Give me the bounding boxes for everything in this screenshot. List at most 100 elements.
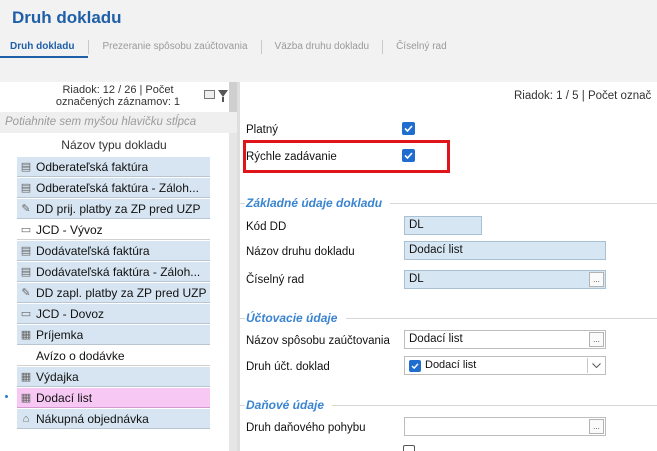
- table-cell[interactable]: ▭ JCD - Vývoz: [17, 219, 210, 240]
- nazov-sposobu-browse-button[interactable]: ...: [589, 332, 604, 347]
- table-row[interactable]: ▭ JCD - Dovoz: [0, 303, 237, 324]
- vertical-scrollbar[interactable]: [229, 133, 237, 451]
- receipt-icon: ▦: [20, 371, 32, 383]
- invoice-icon: ▤: [20, 266, 32, 278]
- druh-uct-checkbox[interactable]: [409, 360, 421, 372]
- tab-bar: Druh dokladu Prezeranie spôsobu zaúčtova…: [0, 37, 460, 58]
- table-cell[interactable]: ▤ Odberateľská faktúra - Záloh...: [17, 177, 210, 198]
- blank-icon: [17, 346, 35, 365]
- section-accounting-title: Účtovacie údaje: [246, 311, 338, 325]
- table-row[interactable]: ✎ DD zapl. platby za ZP pred UZP: [0, 282, 237, 303]
- section-divider: [240, 203, 245, 204]
- druh-danoveho-input[interactable]: ...: [404, 417, 606, 436]
- table-cell[interactable]: ▦ Príjemka: [17, 324, 210, 345]
- nazov-sposobu-input[interactable]: Dodací list ...: [404, 330, 606, 349]
- receipt-icon: ▦: [20, 329, 32, 341]
- left-status-line1: Riadok: 12 / 26 | Počet: [62, 84, 174, 96]
- section-divider: [346, 318, 657, 319]
- filter-icon[interactable]: [218, 90, 228, 102]
- table-row[interactable]: ▤ Dodávateľská faktúra: [0, 240, 237, 261]
- detail-panel: Riadok: 1 / 5 | Počet označ Platný Rýchl…: [240, 82, 657, 451]
- check-icon: [404, 125, 413, 132]
- platny-checkbox[interactable]: [402, 122, 415, 135]
- row-label: DD zapl. platby za ZP pred UZP: [36, 285, 207, 300]
- nazov-sposobu-label: Názov spôsobu zaúčtovania: [246, 335, 390, 347]
- table-cell[interactable]: Avízo o dodávke: [17, 345, 210, 366]
- nazov-druhu-input[interactable]: Dodací list: [404, 241, 606, 260]
- druh-uct-dropdown[interactable]: Dodací list: [404, 356, 606, 375]
- platny-label: Platný: [246, 124, 278, 136]
- row-label: Výdajka: [36, 369, 79, 384]
- druh-danoveho-label: Druh daňového pohybu: [246, 422, 366, 434]
- ciselny-rad-browse-button[interactable]: ...: [589, 272, 604, 287]
- page-title: Druh dokladu: [12, 8, 122, 27]
- section-divider: [390, 203, 657, 204]
- grid-header-tools: [204, 90, 228, 102]
- table-row[interactable]: ▤ Dodávateľská faktúra - Záloh...: [0, 261, 237, 282]
- table-cell[interactable]: ▤ Odberateľská faktúra: [17, 156, 210, 177]
- section-tax-title: Daňové údaje: [246, 398, 325, 412]
- app-header: Druh dokladu Druh dokladu Prezeranie spô…: [0, 0, 657, 60]
- invoice-icon: ▤: [20, 161, 32, 173]
- current-row-marker: [5, 395, 8, 398]
- pencil-icon: ✎: [21, 203, 31, 215]
- druh-uct-label: Druh účt. doklad: [246, 361, 330, 373]
- row-label: JCD - Dovoz: [36, 306, 105, 321]
- row-label: Nákupná objednávka: [36, 411, 149, 426]
- table-cell[interactable]: ▭ JCD - Dovoz: [17, 303, 210, 324]
- scrollbar-top[interactable]: [229, 82, 237, 112]
- ciselny-rad-value: DL: [409, 273, 424, 285]
- rychle-zadavanie-label: Rýchle zadávanie: [246, 151, 337, 163]
- table-cell[interactable]: ▦ Výdajka: [17, 366, 210, 387]
- row-label: Odberateľská faktúra: [36, 159, 149, 174]
- row-label: Odberateľská faktúra - Záloh...: [36, 180, 199, 195]
- table-row[interactable]: ▤ Odberateľská faktúra - Záloh...: [0, 177, 237, 198]
- tab-ciselny-rad[interactable]: Číselný rad: [383, 40, 460, 54]
- table-cell[interactable]: ▦ Dodací list: [17, 387, 210, 408]
- tab-prezeranie-sposobu[interactable]: Prezeranie spôsobu zaúčtovania: [89, 40, 262, 54]
- druh-uct-value: Dodací list: [425, 359, 477, 371]
- table-cell[interactable]: ▤ Dodávateľská faktúra - Záloh...: [17, 261, 210, 282]
- table-row[interactable]: ⌂ Nákupná objednávka: [0, 408, 237, 429]
- table-row[interactable]: ▦ Dodací list: [0, 387, 237, 408]
- table-row[interactable]: ✎ DD prij. platby za ZP pred UZP: [0, 198, 237, 219]
- table-cell[interactable]: ⌂ Nákupná objednávka: [17, 408, 210, 429]
- row-label: DD prij. platby za ZP pred UZP: [36, 201, 201, 216]
- column-header-nazov[interactable]: Názov typu dokladu: [17, 135, 211, 155]
- table-row[interactable]: ▭ JCD - Vývoz: [0, 219, 237, 240]
- table-cell[interactable]: ▤ Dodávateľská faktúra: [17, 240, 210, 261]
- druh-danoveho-browse-button[interactable]: ...: [589, 419, 604, 434]
- section-divider: [240, 405, 245, 406]
- invoice-icon: ▤: [20, 182, 32, 194]
- toolbar-strip: [0, 60, 657, 82]
- row-label: Avízo o dodávke: [36, 348, 125, 363]
- check-icon: [404, 152, 413, 159]
- document-type-list-panel: Riadok: 12 / 26 | Počet označených zázna…: [0, 82, 237, 451]
- chevron-down-icon[interactable]: [587, 358, 604, 373]
- grid-rows: ▤ Odberateľská faktúra ▤ Odberateľská faktú…: [0, 156, 237, 429]
- table-row[interactable]: ▦ Výdajka: [0, 366, 237, 387]
- table-row[interactable]: Avízo o dodávke: [0, 345, 237, 366]
- ciselny-rad-input[interactable]: DL ...: [404, 270, 606, 289]
- table-cell[interactable]: ✎ DD prij. platby za ZP pred UZP: [17, 198, 210, 219]
- table-cell[interactable]: ✎ DD zapl. platby za ZP pred UZP: [17, 282, 210, 303]
- row-label: Dodávateľská faktúra: [36, 243, 150, 258]
- tab-vazba-druhu[interactable]: Väzba druhu dokladu: [262, 40, 384, 54]
- tab-druh-dokladu[interactable]: Druh dokladu: [0, 40, 90, 58]
- left-status-line2: označených záznamov: 1: [55, 96, 181, 108]
- group-by-hint[interactable]: Potiahnite sem myšou hlavičku stĺpca: [0, 112, 237, 133]
- nazov-druhu-label: Názov druhu dokladu: [246, 246, 355, 258]
- section-basic-title: Základné údaje dokladu: [246, 196, 383, 210]
- column-chooser-icon[interactable]: [204, 90, 215, 99]
- row-label: Príjemka: [36, 327, 84, 342]
- kod-dd-input[interactable]: DL: [404, 216, 482, 235]
- row-label: Dodací list: [36, 390, 93, 405]
- cart-icon: ⌂: [22, 412, 30, 425]
- left-status: Riadok: 12 / 26 | Počet označených zázna…: [30, 84, 206, 108]
- table-row[interactable]: ▦ Príjemka: [0, 324, 237, 345]
- extra-checkbox[interactable]: [403, 445, 415, 451]
- section-divider: [240, 318, 245, 319]
- document-icon: ▭: [20, 224, 32, 236]
- rychle-zadavanie-checkbox[interactable]: [402, 149, 415, 162]
- table-row[interactable]: ▤ Odberateľská faktúra: [0, 156, 237, 177]
